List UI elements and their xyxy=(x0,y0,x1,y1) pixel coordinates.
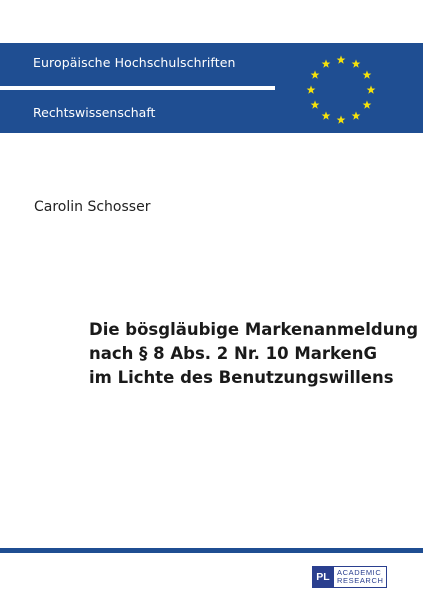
star-icon xyxy=(321,111,331,120)
book-title-line: im Lichte des Benutzungswillens xyxy=(89,368,394,387)
band-divider xyxy=(0,86,275,90)
publisher-line-2: RESEARCH xyxy=(337,576,384,585)
book-title-line: nach § 8 Abs. 2 Nr. 10 MarkenG xyxy=(89,344,378,363)
author-name: Carolin Schosser xyxy=(34,199,151,215)
star-icon xyxy=(336,55,346,64)
series-subtitle: Rechtswissenschaft xyxy=(33,105,156,120)
star-icon xyxy=(351,59,361,68)
star-icon xyxy=(310,100,320,109)
bottom-rule xyxy=(0,548,423,553)
book-title: Die bösgläubige Markenanmeldung nach § 8… xyxy=(89,318,419,390)
publisher-logo-text: ACADEMIC RESEARCH xyxy=(334,566,388,588)
series-title: Europäische Hochschulschriften xyxy=(33,55,236,70)
star-icon xyxy=(310,70,320,79)
book-title-line: Die bösgläubige Markenanmeldung xyxy=(89,320,419,339)
star-icon xyxy=(366,85,376,94)
eu-stars-circle-icon xyxy=(306,55,376,124)
star-icon xyxy=(306,85,316,94)
star-icon xyxy=(351,111,361,120)
star-icon xyxy=(362,100,372,109)
publisher-logo: PL ACADEMIC RESEARCH xyxy=(312,566,388,588)
star-icon xyxy=(336,115,346,124)
publisher-logo-mark: PL xyxy=(312,566,334,588)
star-icon xyxy=(362,70,372,79)
star-icon xyxy=(321,59,331,68)
